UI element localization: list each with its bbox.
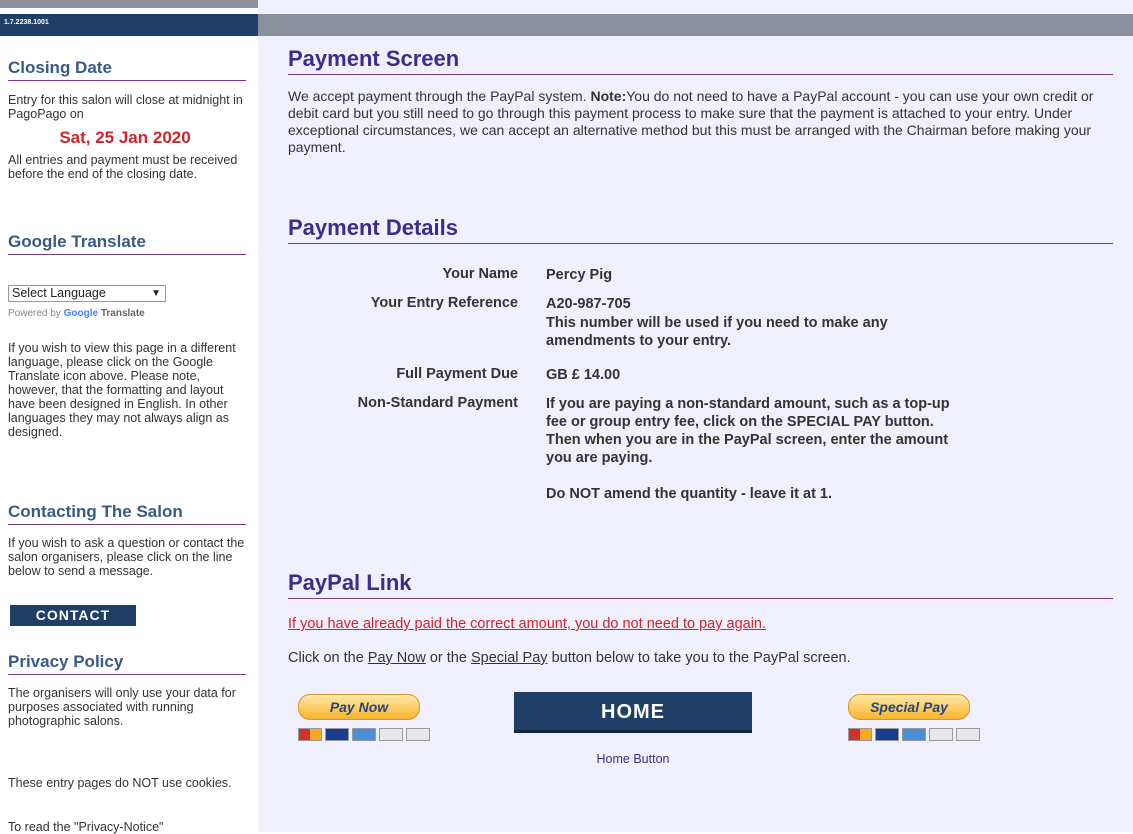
discover-icon [929,728,953,741]
payment-details-heading: Payment Details [288,215,1113,244]
powered-by-label: Powered by [8,308,61,319]
closing-date-value: Sat, 25 Jan 2020 [59,128,191,147]
sidebar-header-bar: 1.7.2238.1001 [0,14,258,36]
full-payment-due-value: GB £ 14.00 [546,367,621,383]
your-name-label: Your Name [442,266,518,282]
translate-label: Translate [100,308,145,319]
entry-reference-value: A20-987-705 [546,296,631,312]
payment-screen-text: We accept payment through the PayPal sys… [288,88,1116,156]
note-label: Note: [590,88,627,104]
main-content: Payment Screen We accept payment through… [258,0,1133,832]
special-pay-button[interactable]: Special Pay [848,694,970,720]
already-paid-note: If you have already paid the correct amo… [288,616,767,632]
translate-note: If you wish to view this page in a diffe… [8,341,236,439]
contacting-note: If you wish to ask a question or contact… [8,536,245,578]
dropdown-arrow-icon: ▼ [151,288,161,299]
privacy-text-1: The organisers will only use your data f… [8,686,236,728]
amex-icon [352,728,376,741]
closing-date-intro: Entry for this salon will close at midni… [8,93,243,121]
main-header-bar [258,14,1133,36]
full-payment-due-label: Full Payment Due [396,366,518,382]
language-select-value: Select Language [12,286,106,300]
entry-reference-label: Your Entry Reference [370,295,518,311]
non-standard-payment-text-2: Do NOT amend the quantity - leave it at … [546,486,833,502]
click-prefix: Click on the [288,650,368,666]
home-button-caption[interactable]: Home Button [514,752,752,766]
closing-date-heading: Closing Date [8,58,246,81]
contact-button[interactable]: CONTACT [10,605,136,626]
click-suffix: button below to take you to the PayPal s… [547,650,851,666]
non-standard-payment-label: Non-Standard Payment [357,395,518,411]
version-label: 1.7.2238.1001 [4,19,49,26]
google-logo: Google [63,308,99,319]
special-pay-card-logos [848,728,980,741]
closing-date-note: All entries and payment must be received… [8,153,238,181]
language-select[interactable]: Select Language ▼ [8,285,166,302]
click-mid: or the [425,650,471,666]
your-name-value: Percy Pig [546,267,613,283]
privacy-text-2: These entry pages do NOT use cookies. [8,776,232,790]
sidebar: 1.7.2238.1001 Closing Date Entry for thi… [0,0,258,834]
contacting-heading: Contacting The Salon [8,502,246,525]
amex-icon [902,728,926,741]
discover-icon [379,728,403,741]
click-paynow-text: Pay Now [367,650,426,666]
privacy-heading: Privacy Policy [8,652,246,675]
visa-icon [875,728,899,741]
sidebar-top-strip [0,0,258,8]
echeck-icon [956,728,980,741]
mastercard-icon [298,728,322,741]
pay-now-card-logos [298,728,430,741]
click-instruction: Click on the Pay Now or the Special Pay … [288,650,851,666]
home-button[interactable]: HOME [514,692,752,733]
visa-icon [325,728,349,741]
mastercard-icon [848,728,872,741]
entry-reference-note: This number will be used if you need to … [546,315,888,349]
paypal-link-heading: PayPal Link [288,570,1113,599]
payment-text-before: We accept payment through the PayPal sys… [288,88,591,104]
echeck-icon [406,728,430,741]
payment-screen-heading: Payment Screen [288,46,1113,75]
pay-now-button[interactable]: Pay Now [298,694,420,720]
click-special-text: Special Pay [470,650,548,666]
powered-by-google[interactable]: Powered by Google Translate [8,308,145,319]
non-standard-payment-text: If you are paying a non-standard amount,… [546,396,950,466]
google-translate-heading: Google Translate [8,232,246,255]
